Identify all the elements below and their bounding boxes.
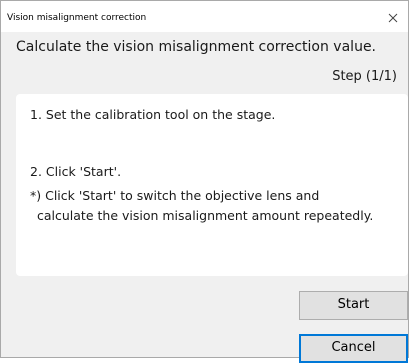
dialog-window: Vision misalignment correction Calculate… — [0, 0, 409, 363]
description-text: Calculate the vision misalignment correc… — [16, 39, 377, 55]
cancel-button[interactable]: Cancel — [299, 334, 408, 363]
window-title: Vision misalignment correction — [7, 13, 147, 23]
instruction-note-line-2: calculate the vision misalignment amount… — [37, 208, 374, 223]
instruction-step-2: 2. Click 'Start'. — [30, 164, 122, 179]
instruction-step-1: 1. Set the calibration tool on the stage… — [30, 107, 276, 122]
title-bar: Vision misalignment correction — [1, 1, 408, 32]
step-indicator: Step (1/1) — [332, 69, 397, 84]
instructions-panel: 1. Set the calibration tool on the stage… — [16, 94, 408, 276]
close-icon[interactable] — [386, 11, 400, 25]
instruction-note-line-1: *) Click 'Start' to switch the objective… — [30, 188, 320, 203]
start-button[interactable]: Start — [299, 291, 408, 320]
